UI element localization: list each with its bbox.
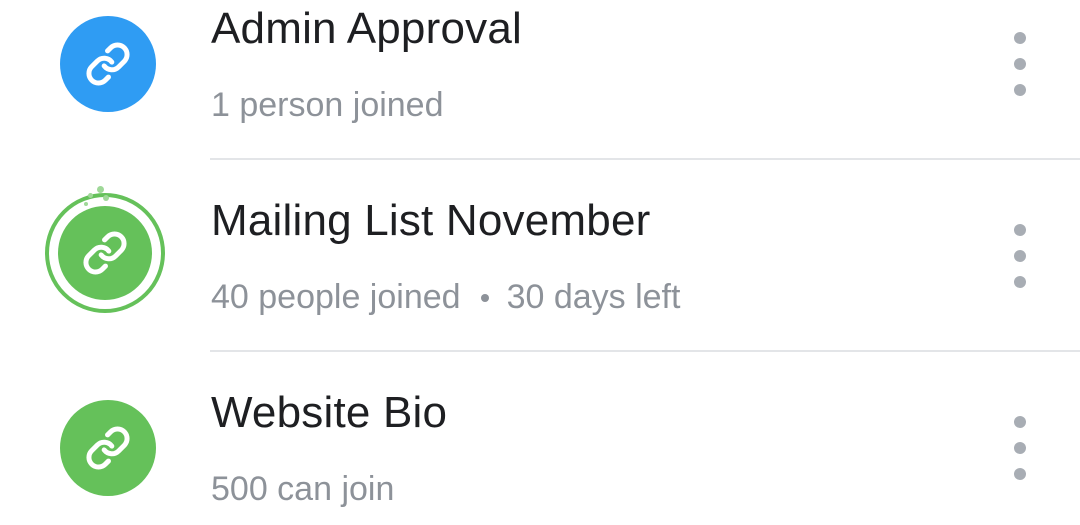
- link-avatar: [60, 16, 156, 112]
- sparkle-dot: [88, 193, 93, 198]
- separator-dot: [480, 293, 489, 302]
- link-avatar: [60, 400, 156, 496]
- invite-link-row-website-bio[interactable]: Website Bio 500 can join: [0, 352, 1080, 525]
- link-icon: [86, 42, 130, 86]
- invite-link-row-admin-approval[interactable]: Admin Approval 1 person joined: [0, 0, 1080, 160]
- link-subtitle: 500 can join: [211, 470, 394, 509]
- more-options-icon[interactable]: [1000, 32, 1040, 96]
- joined-count: 500 can join: [211, 470, 395, 508]
- link-title: Mailing List November: [211, 196, 651, 245]
- link-avatar: [58, 206, 152, 300]
- link-title: Website Bio: [211, 388, 448, 437]
- link-subtitle: 1 person joined: [211, 86, 444, 125]
- more-options-icon[interactable]: [1000, 224, 1040, 288]
- invite-link-row-mailing-list-november[interactable]: Mailing List November 40 people joined 3…: [0, 160, 1080, 352]
- link-title: Admin Approval: [211, 4, 522, 53]
- sparkle-dot: [97, 186, 104, 193]
- joined-count: 1 person joined: [211, 86, 444, 124]
- link-icon: [86, 426, 130, 470]
- more-options-icon[interactable]: [1000, 416, 1040, 480]
- sparkle-dot: [84, 202, 88, 206]
- joined-count: 40 people joined: [211, 278, 461, 316]
- link-subtitle: 40 people joined 30 days left: [211, 278, 680, 317]
- expiry-text: 30 days left: [506, 278, 681, 316]
- sparkle-dot: [103, 195, 109, 201]
- invite-link-list: Admin Approval 1 person joined Mailing L…: [0, 0, 1080, 525]
- link-icon: [83, 231, 127, 275]
